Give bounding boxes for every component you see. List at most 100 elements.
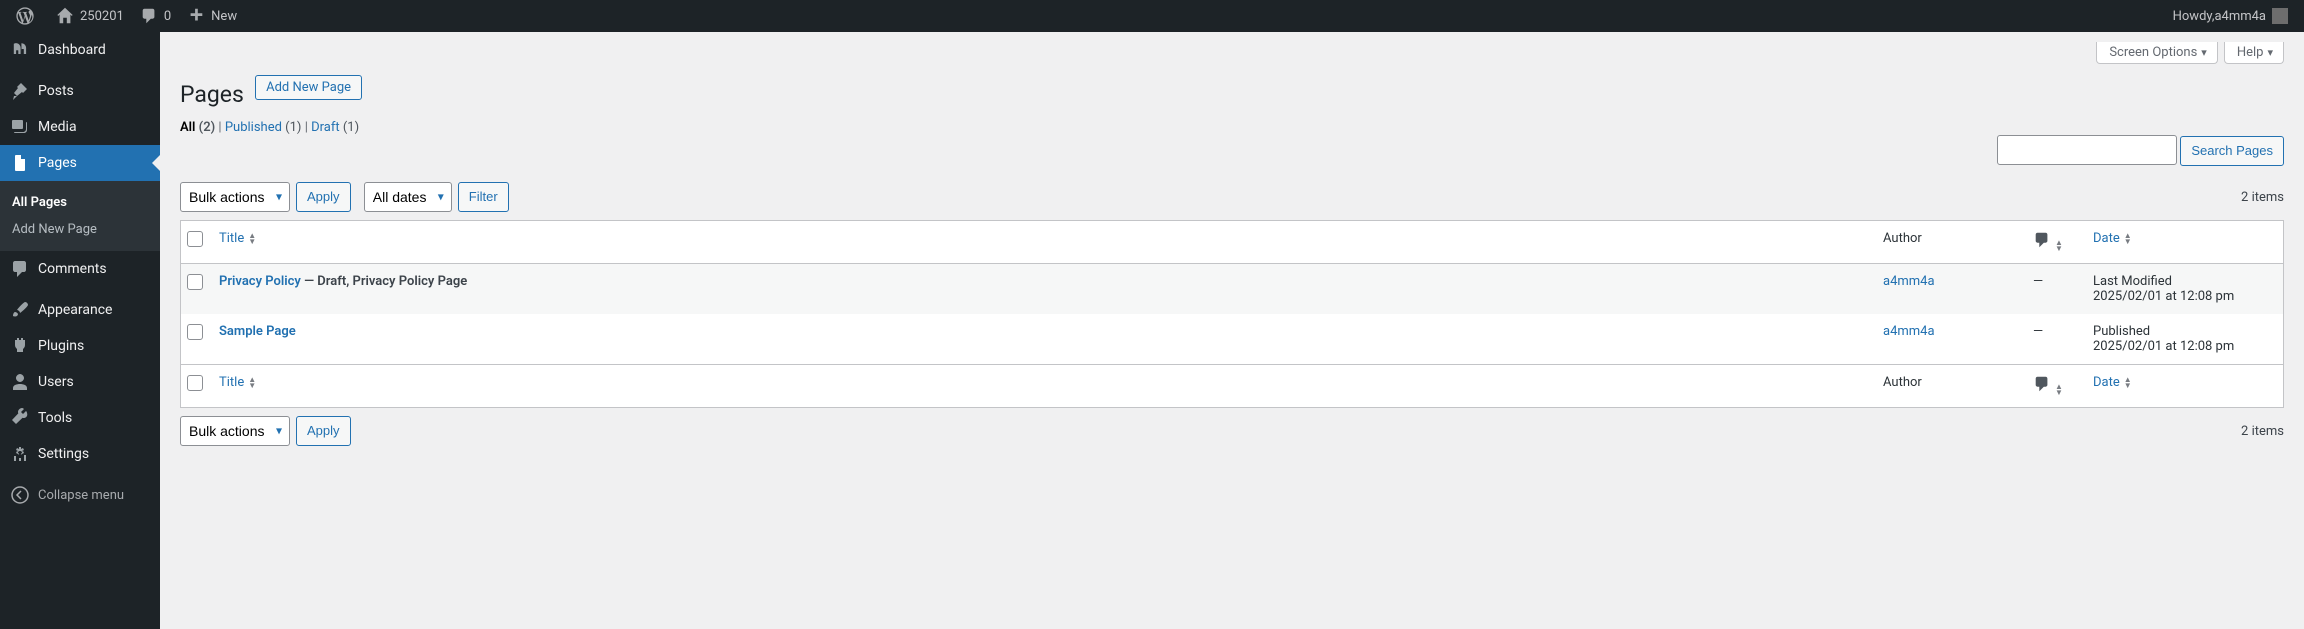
menu-plugins[interactable]: Plugins bbox=[0, 328, 160, 364]
plugin-icon bbox=[10, 336, 30, 356]
post-state: — Draft, Privacy Policy Page bbox=[301, 274, 467, 289]
items-count-bottom: 2 items bbox=[2241, 424, 2284, 439]
view-filters: All (2) | Published (1) | Draft (1) bbox=[180, 120, 2284, 135]
filter-published-count: (1) bbox=[285, 120, 301, 135]
row-checkbox[interactable] bbox=[187, 274, 203, 290]
select-all-bottom[interactable] bbox=[187, 375, 203, 391]
new-content-link[interactable]: New bbox=[179, 0, 245, 32]
bulk-apply-button-top[interactable]: Apply bbox=[296, 182, 351, 212]
col-date-sort[interactable]: Date ▲▼ bbox=[2093, 231, 2132, 246]
search-input[interactable] bbox=[1997, 135, 2177, 165]
search-pages-button[interactable]: Search Pages bbox=[2180, 136, 2284, 166]
page-title-link[interactable]: Sample Page bbox=[219, 324, 296, 339]
bulk-action-select-bottom[interactable]: Bulk actions bbox=[180, 416, 290, 446]
comments-cell: — bbox=[2023, 264, 2083, 314]
comment-icon bbox=[140, 7, 158, 25]
date-filter-select[interactable]: All dates bbox=[364, 182, 452, 212]
bulk-apply-button-bottom[interactable]: Apply bbox=[296, 416, 351, 446]
select-all-top[interactable] bbox=[187, 231, 203, 247]
filter-draft-label: Draft bbox=[311, 120, 340, 135]
filter-button[interactable]: Filter bbox=[458, 182, 509, 212]
items-count-top: 2 items bbox=[2241, 190, 2284, 205]
filter-draft-count: (1) bbox=[343, 120, 359, 135]
howdy-prefix: Howdy, bbox=[2173, 9, 2215, 24]
submenu-add-new-page[interactable]: Add New Page bbox=[0, 216, 160, 243]
col-date-sort-bottom[interactable]: Date ▲▼ bbox=[2093, 375, 2132, 390]
col-comments-sort[interactable]: ▲▼ bbox=[2033, 238, 2063, 253]
bulk-action-select-top[interactable]: Bulk actions bbox=[180, 182, 290, 212]
col-author-bottom: Author bbox=[1873, 364, 2023, 407]
date-status: Last Modified bbox=[2093, 274, 2172, 289]
menu-settings[interactable]: Settings bbox=[0, 436, 160, 472]
user-display-name: a4mm4a bbox=[2214, 9, 2266, 24]
menu-posts-label: Posts bbox=[38, 83, 74, 99]
col-date-label: Date bbox=[2093, 375, 2120, 390]
menu-posts[interactable]: Posts bbox=[0, 73, 160, 109]
submenu-all-pages[interactable]: All Pages bbox=[0, 189, 160, 216]
user-icon bbox=[10, 372, 30, 392]
admin-toolbar: 250201 0 New Howdy, a4mm4a bbox=[0, 0, 2304, 32]
date-value: 2025/02/01 at 12:08 pm bbox=[2093, 289, 2234, 304]
filter-published[interactable]: Published (1) bbox=[225, 120, 305, 135]
col-title-sort[interactable]: Title ▲▼ bbox=[219, 231, 256, 246]
menu-media-label: Media bbox=[38, 119, 77, 135]
filter-draft[interactable]: Draft (1) bbox=[311, 120, 359, 135]
date-cell: Last Modified 2025/02/01 at 12:08 pm bbox=[2083, 264, 2283, 314]
table-row: Privacy Policy — Draft, Privacy Policy P… bbox=[181, 264, 2283, 314]
menu-pages[interactable]: Pages bbox=[0, 145, 160, 181]
plus-icon bbox=[187, 7, 205, 25]
admin-menu: Dashboard Posts Media Pages All Pages Ad… bbox=[0, 32, 160, 629]
date-cell: Published 2025/02/01 at 12:08 pm bbox=[2083, 314, 2283, 364]
filter-all[interactable]: All (2) bbox=[180, 120, 218, 135]
sort-icon: ▲▼ bbox=[248, 233, 256, 245]
col-author: Author bbox=[1873, 221, 2023, 264]
page-heading: Pages bbox=[180, 72, 244, 112]
author-link[interactable]: a4mm4a bbox=[1883, 324, 1935, 339]
pages-table: Title ▲▼ Author ▲▼ Date ▲▼ Privacy Policy … bbox=[180, 220, 2284, 408]
date-value: 2025/02/01 at 12:08 pm bbox=[2093, 339, 2234, 354]
col-comments-sort-bottom[interactable]: ▲▼ bbox=[2033, 382, 2063, 397]
settings-icon bbox=[10, 444, 30, 464]
menu-dashboard-label: Dashboard bbox=[38, 42, 106, 58]
page-title-link[interactable]: Privacy Policy bbox=[219, 274, 301, 289]
media-icon bbox=[10, 117, 30, 137]
collapse-label: Collapse menu bbox=[38, 488, 124, 503]
pin-icon bbox=[10, 81, 30, 101]
menu-media[interactable]: Media bbox=[0, 109, 160, 145]
author-link[interactable]: a4mm4a bbox=[1883, 274, 1935, 289]
wp-logo[interactable] bbox=[8, 0, 48, 32]
screen-options-toggle[interactable]: Screen Options bbox=[2096, 42, 2218, 64]
menu-users[interactable]: Users bbox=[0, 364, 160, 400]
page-icon bbox=[10, 153, 30, 173]
avatar bbox=[2272, 8, 2288, 24]
collapse-menu[interactable]: Collapse menu bbox=[0, 477, 160, 513]
date-status: Published bbox=[2093, 324, 2150, 339]
home-icon bbox=[56, 7, 74, 25]
comments-link[interactable]: 0 bbox=[132, 0, 179, 32]
col-title-sort-bottom[interactable]: Title▲▼ bbox=[219, 375, 256, 390]
new-label: New bbox=[211, 9, 237, 24]
site-name-link[interactable]: 250201 bbox=[48, 0, 132, 32]
my-account-link[interactable]: Howdy, a4mm4a bbox=[2165, 0, 2296, 32]
screen-meta-links: Screen Options Help bbox=[2096, 42, 2284, 64]
add-new-page-button[interactable]: Add New Page bbox=[255, 75, 362, 100]
col-title-label: Title bbox=[219, 231, 244, 246]
dashboard-icon bbox=[10, 40, 30, 60]
menu-settings-label: Settings bbox=[38, 446, 89, 462]
menu-comments-label: Comments bbox=[38, 261, 107, 277]
site-title: 250201 bbox=[80, 9, 124, 24]
menu-appearance[interactable]: Appearance bbox=[0, 292, 160, 328]
menu-comments[interactable]: Comments bbox=[0, 251, 160, 287]
filter-all-count: (2) bbox=[199, 120, 216, 135]
sort-icon: ▲▼ bbox=[2124, 377, 2132, 389]
help-toggle[interactable]: Help bbox=[2224, 42, 2284, 64]
menu-tools[interactable]: Tools bbox=[0, 400, 160, 436]
brush-icon bbox=[10, 300, 30, 320]
menu-dashboard[interactable]: Dashboard bbox=[0, 32, 160, 68]
comments-count: 0 bbox=[164, 9, 171, 24]
col-date-label: Date bbox=[2093, 231, 2120, 246]
sort-icon: ▲▼ bbox=[2124, 233, 2132, 245]
row-checkbox[interactable] bbox=[187, 324, 203, 340]
comment-icon bbox=[10, 259, 30, 279]
menu-tools-label: Tools bbox=[38, 410, 72, 426]
